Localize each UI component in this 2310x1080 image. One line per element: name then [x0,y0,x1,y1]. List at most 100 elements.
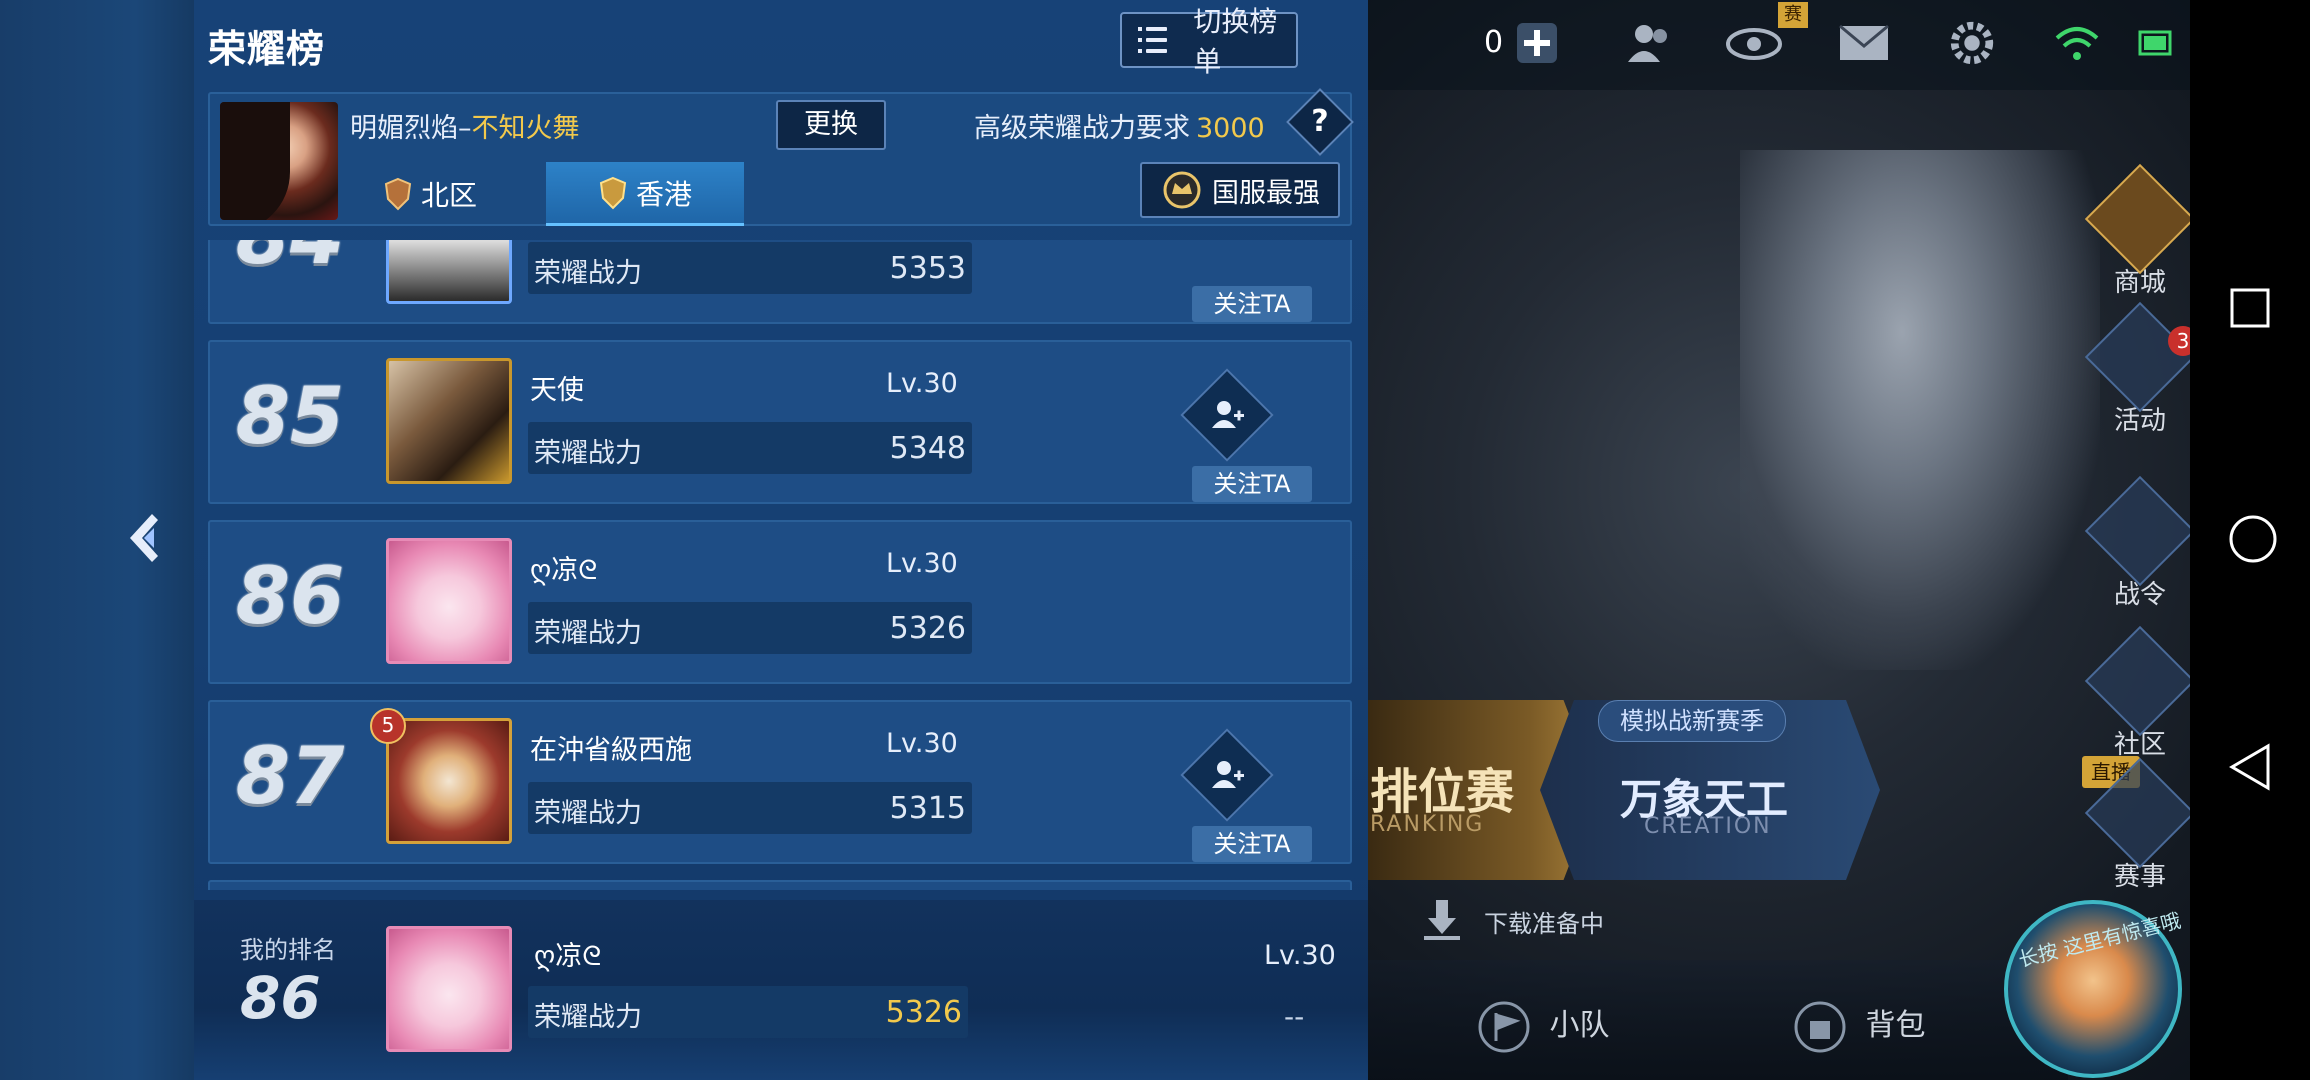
power-bar: 荣耀战力 5326 [528,602,972,654]
side-item-community[interactable]: 社区 [2080,625,2200,761]
table-row[interactable]: 87 5 在沖省級西施 Lv.30 荣耀战力 5315 关注TA [208,700,1352,864]
tab-hongkong-label: 香港 [635,177,692,211]
my-extra: -- [1284,1000,1305,1033]
add-friend-icon [1212,761,1244,788]
rank-number: 84 [230,240,350,282]
help-icon: ? [1311,104,1329,139]
download-icon [1424,900,1460,940]
player-avatar[interactable] [386,538,512,664]
my-power-value: 5326 [885,995,962,1030]
download-status: 下载准备中 [1418,896,1698,946]
hero-splash [1740,150,2100,670]
hero-name-text: 明媚烈焰 [350,113,458,144]
my-name: ღ凉ᘓ [534,941,602,972]
side-item-battle-pass[interactable]: 战令 [2080,475,2200,611]
power-label: 荣耀战力 [534,618,642,649]
mode-tag: 模拟战新赛季 [1598,700,1786,742]
battle-pass-icon [2084,475,2196,587]
trophy-icon [2084,757,2196,869]
bag-button[interactable]: 背包 [1794,1000,1926,1053]
power-bar: 荣耀战力 5326 [528,986,968,1038]
help-button[interactable]: ? [1286,88,1354,156]
follow-button[interactable] [1180,728,1274,822]
my-level: Lv.30 [1264,940,1336,971]
friends-icon[interactable] [1622,18,1678,68]
hero-box: 明媚烈焰–不知火舞 更换 高级荣耀战力要求 3000 ? 北区 香港 国服最强 [208,88,1354,226]
settings-gear-icon[interactable] [1946,18,1998,68]
creation-subtitle: CREATION [1644,814,1772,839]
follow-label[interactable]: 关注TA [1192,286,1312,322]
table-row[interactable]: 86 ღ凉ᘓ Lv.30 荣耀战力 5326 [208,520,1352,684]
power-bar: 荣耀战力 5348 [528,422,972,474]
player-avatar[interactable] [386,358,512,484]
bag-icon [1794,1001,1846,1052]
player-name: ღ凉ᘓ [530,555,598,586]
power-label: 荣耀战力 [534,1002,642,1033]
table-row[interactable]: 85 天使 Lv.30 荣耀战力 5348 关注TA [208,340,1352,504]
back-arrow-icon[interactable] [122,510,168,566]
watch-badge: 赛 [1778,2,1808,28]
team-label: 小队 [1549,1008,1610,1043]
table-row[interactable] [208,880,1352,890]
player-avatar[interactable] [386,718,512,844]
mail-icon[interactable] [1836,18,1892,68]
national-best-label: 国服最强 [1212,177,1320,209]
tab-north[interactable]: 北区 [340,162,520,226]
ranked-subtitle: RANKING [1370,812,1485,837]
player-level: Lv.30 [886,728,958,759]
add-friend-icon [1212,401,1244,428]
switch-list-button[interactable]: 切换榜单 [1120,5,1298,78]
power-value: 5353 [889,251,966,286]
download-label: 下载准备中 [1484,910,1604,938]
back-icon[interactable] [2228,742,2272,792]
ranking-list[interactable]: 84 荣耀战力 5353 关注TA 85 天使 Lv.30 荣耀战力 5348 … [208,240,1352,890]
player-name: 天使 [530,375,584,406]
home-icon[interactable] [2228,514,2278,564]
battery-icon [2138,30,2172,56]
follow-label[interactable]: 关注TA [1192,826,1312,862]
vip-badge: 5 [370,708,406,744]
switch-list-label: 切换榜单 [1193,5,1278,78]
power-label: 荣耀战力 [534,798,642,829]
follow-label[interactable]: 关注TA [1192,466,1312,502]
player-name: 在沖省級西施 [530,735,692,766]
bottom-nav [1368,960,2068,1080]
team-button[interactable]: 小队 [1478,1000,1610,1053]
hero-avatar[interactable] [220,102,338,220]
requirement-label: 高级荣耀战力要求 [974,113,1190,144]
side-item-tournament[interactable]: 赛事 [2080,757,2200,893]
side-item-shop[interactable]: 商城 [2080,163,2200,299]
hero-name: 明媚烈焰–不知火舞 [350,113,580,144]
player-avatar[interactable] [386,240,512,304]
table-row[interactable]: 84 荣耀战力 5353 关注TA [208,240,1352,324]
hero-skin: 不知火舞 [471,113,580,144]
rank-number: 87 [235,732,345,822]
top-bar: 0 赛 [1368,0,2208,90]
requirement-text: 高级荣耀战力要求 3000 [974,106,1265,145]
recent-apps-icon[interactable] [2228,286,2272,330]
power-bar: 荣耀战力 5315 [528,782,972,834]
my-rank-number: 86 [240,964,321,1032]
power-bar: 荣耀战力 5353 [528,242,972,294]
national-best-button[interactable]: 国服最强 [1140,162,1340,218]
add-icon[interactable] [1512,18,1562,68]
tab-north-label: 北区 [420,179,477,212]
power-value: 5326 [889,611,966,646]
power-value: 5315 [889,791,966,826]
power-value: 5348 [889,431,966,466]
my-avatar[interactable] [386,926,512,1052]
bag-label: 背包 [1865,1008,1926,1043]
crown-emblem-icon [1163,171,1201,209]
follow-button[interactable] [1180,368,1274,462]
my-rank-label: 我的排名 [240,936,336,964]
rank-number: 85 [235,372,345,462]
shop-icon [2084,163,2196,275]
requirement-value: 3000 [1196,113,1265,144]
change-hero-button[interactable]: 更换 [776,100,886,150]
shield-icon [599,176,627,209]
tab-hongkong[interactable]: 香港 [546,162,744,226]
list-icon [1138,27,1168,53]
wifi-icon [2055,27,2099,60]
events-icon [2084,301,2196,413]
player-level: Lv.30 [886,368,958,399]
